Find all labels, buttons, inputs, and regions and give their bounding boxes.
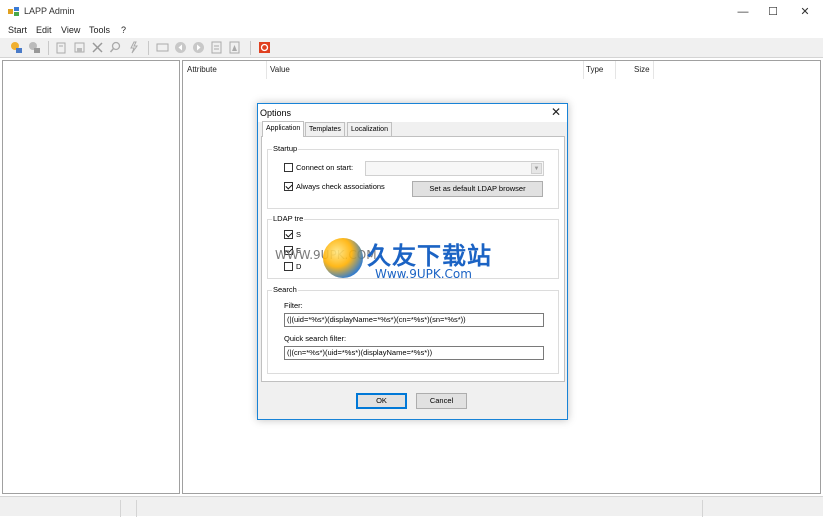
filter-label: Filter: (284, 301, 303, 310)
column-separator (266, 61, 267, 79)
toolbar (0, 38, 823, 58)
menu-view[interactable]: View (61, 25, 80, 35)
back-icon[interactable] (174, 41, 187, 54)
disconnect-icon[interactable] (28, 41, 41, 54)
dialog-title-bar: Options ✕ (258, 104, 567, 122)
edit-icon[interactable] (55, 41, 68, 54)
menu-start[interactable]: Start (8, 25, 27, 35)
status-segment (702, 500, 703, 517)
status-segment (136, 500, 137, 517)
set-default-browser-button[interactable]: Set as default LDAP browser (412, 181, 543, 197)
connection-select[interactable]: ▼ (365, 161, 544, 176)
ldap-tree-group-title: LDAP tre (272, 214, 305, 223)
toolbar-separator (250, 41, 251, 55)
view-icon[interactable] (156, 41, 169, 54)
minimize-button[interactable]: — (728, 0, 758, 24)
column-type[interactable]: Type (586, 65, 603, 74)
toolbar-separator (148, 41, 149, 55)
ldap-tree-panel[interactable] (2, 60, 180, 494)
watermark-url: Www.9UPK.Com (375, 267, 472, 281)
quick-search-filter-input[interactable]: (|(cn=*%s*)(uid=*%s*)(displayName=*%s*)) (284, 346, 544, 360)
menu-bar: Start Edit View Tools ? (0, 24, 823, 38)
list-header: Attribute Value Type Size (183, 61, 820, 79)
copy-icon[interactable] (210, 41, 223, 54)
window-title: LAPP Admin (24, 6, 75, 16)
dialog-title: Options (260, 108, 292, 118)
close-button[interactable]: ✕ (790, 0, 820, 24)
always-check-associations-label: Always check associations (296, 182, 385, 191)
watermark: WWW.9UPK.COM 久友下载站 Www.9UPK.Com (275, 234, 505, 286)
toolbar-separator (48, 41, 49, 55)
column-separator (583, 61, 584, 79)
startup-group: Startup Connect on start: ▼ Always check… (267, 144, 559, 209)
exit-icon[interactable] (258, 41, 271, 54)
tab-application[interactable]: Application (262, 121, 305, 137)
column-separator (653, 61, 654, 79)
cancel-button[interactable]: Cancel (416, 393, 467, 409)
connect-icon[interactable] (10, 41, 23, 54)
ok-button[interactable]: OK (356, 393, 407, 409)
connect-on-start-checkbox[interactable] (284, 163, 293, 172)
properties-icon[interactable] (228, 41, 241, 54)
menu-help[interactable]: ? (121, 25, 126, 35)
status-segment (120, 500, 121, 517)
column-attribute[interactable]: Attribute (187, 65, 217, 74)
watermark-site-name: 久友下载站 (367, 242, 492, 270)
title-bar: LAPP Admin — ☐ ✕ (0, 0, 823, 24)
search-group: Search Filter: (|(uid=*%s*)(displayName=… (267, 285, 559, 374)
filter-input[interactable]: (|(uid=*%s*)(displayName=*%s*)(cn=*%s*)(… (284, 313, 544, 327)
chevron-down-icon: ▼ (531, 163, 542, 174)
refresh-icon[interactable] (127, 41, 140, 54)
dialog-close-button[interactable]: ✕ (549, 105, 563, 119)
watermark-logo-icon (323, 238, 363, 278)
tab-localization[interactable]: Localization (347, 122, 392, 136)
startup-group-title: Startup (272, 144, 299, 153)
connect-on-start-label: Connect on start: (296, 163, 354, 172)
maximize-button[interactable]: ☐ (758, 0, 788, 24)
quick-search-filter-label: Quick search filter: (284, 334, 347, 343)
column-size[interactable]: Size (634, 65, 650, 74)
app-icon (8, 7, 19, 16)
always-check-associations-checkbox[interactable] (284, 182, 293, 191)
delete-icon[interactable] (91, 41, 104, 54)
status-bar (0, 496, 823, 517)
tab-templates[interactable]: Templates (305, 122, 345, 136)
column-separator (615, 61, 616, 79)
search-icon[interactable] (109, 41, 122, 54)
menu-edit[interactable]: Edit (36, 25, 52, 35)
search-group-title: Search (272, 285, 298, 294)
save-icon[interactable] (73, 41, 86, 54)
column-value[interactable]: Value (270, 65, 290, 74)
menu-tools[interactable]: Tools (89, 25, 110, 35)
forward-icon[interactable] (192, 41, 205, 54)
